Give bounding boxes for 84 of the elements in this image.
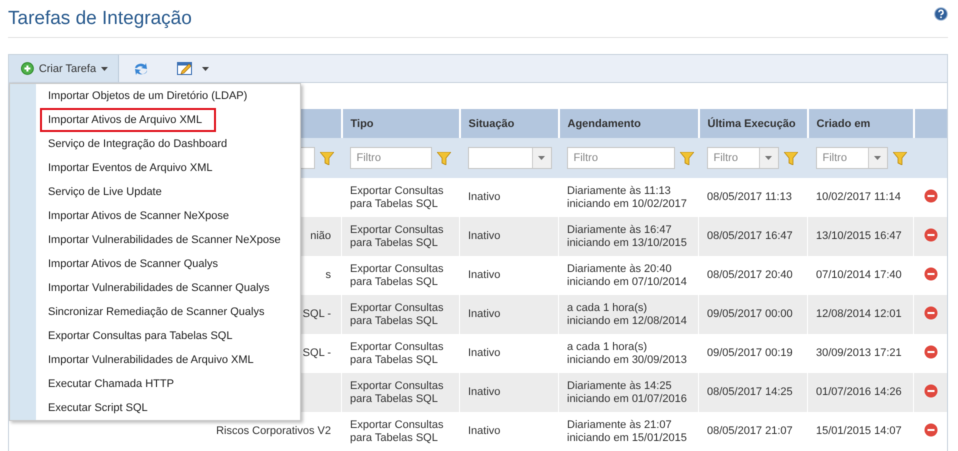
delete-icon[interactable] bbox=[924, 344, 938, 358]
table-cell: 13/10/2015 16:47 bbox=[816, 230, 902, 242]
table-cell: 15/01/2015 14:07 bbox=[816, 425, 902, 437]
menu-item[interactable]: Importar Ativos de Scanner NeXpose bbox=[40, 204, 243, 228]
menu-item[interactable]: Importar Eventos de Arquivo XML bbox=[40, 156, 226, 180]
caret-icon bbox=[101, 66, 108, 70]
table-cell: nião bbox=[310, 230, 331, 242]
table-cell: 08/05/2017 21:07 bbox=[707, 425, 793, 437]
table-cell: Inativo bbox=[468, 191, 500, 203]
menu-item[interactable]: Importar Objetos de um Diretório (LDAP) bbox=[40, 84, 262, 108]
table-cell: Diariamente às 11:13 iniciando em 10/02/2017 bbox=[567, 184, 687, 210]
table-cell: Diariamente às 16:47 iniciando em 13/10/2015 bbox=[567, 224, 687, 248]
table-cell: SQL - bbox=[302, 308, 331, 320]
table-cell: 12/08/2014 12:01 bbox=[816, 308, 902, 320]
menu-item[interactable]: Exportar Consultas para Tabelas SQL bbox=[40, 324, 246, 348]
menu-item[interactable]: Importar Ativos de Scanner Qualys bbox=[40, 252, 232, 276]
table-cell: 09/05/2017 00:00 bbox=[707, 308, 793, 320]
caret-icon bbox=[202, 66, 209, 70]
table-cell: Riscos Corporativos V2 bbox=[216, 425, 331, 437]
menu-item[interactable]: Serviço de Live Update bbox=[40, 180, 176, 204]
table-cell: Inativo bbox=[468, 386, 500, 398]
table-cell: Inativo bbox=[468, 347, 500, 359]
column-header[interactable]: Tipo bbox=[350, 118, 374, 130]
edit-grid-button[interactable] bbox=[175, 60, 211, 78]
menu-item[interactable]: Sincronizar Remediação de Scanner Qualys bbox=[40, 300, 278, 324]
delete-icon[interactable] bbox=[924, 306, 938, 320]
plus-icon bbox=[21, 62, 34, 75]
menu-item[interactable]: Serviço de Integração do Dashboard bbox=[40, 132, 242, 156]
table-cell: 07/10/2014 17:40 bbox=[816, 269, 902, 281]
edit-table-icon bbox=[177, 62, 193, 76]
table-cell: Diariamente às 14:25 iniciando em 01/07/2016 bbox=[567, 380, 687, 404]
help-icon[interactable] bbox=[934, 6, 948, 20]
table-cell: 01/07/2016 14:26 bbox=[816, 386, 902, 398]
table-cell: a cada 1 hora(s) iniciando em 12/08/2014 bbox=[567, 302, 687, 326]
table-cell: Exportar Consultas para Tabelas SQL bbox=[350, 224, 444, 248]
table-cell: 08/05/2017 14:25 bbox=[707, 386, 793, 398]
menu-item[interactable]: Importar Ativos de Arquivo XML bbox=[40, 108, 216, 132]
filter-icon[interactable] bbox=[784, 152, 798, 164]
column-header[interactable]: Situação bbox=[468, 118, 514, 130]
table-cell: 08/05/2017 20:40 bbox=[707, 269, 793, 281]
delete-icon[interactable] bbox=[924, 422, 938, 436]
caret-icon bbox=[874, 156, 881, 160]
table-cell: 30/09/2013 17:21 bbox=[816, 347, 902, 359]
filter-dropdown[interactable]: Filtro bbox=[816, 147, 888, 169]
menu-item[interactable]: Importar Vulnerabilidades de Arquivo XML bbox=[40, 348, 268, 372]
caret-icon bbox=[765, 156, 772, 160]
table-cell: 08/05/2017 16:47 bbox=[707, 230, 793, 242]
delete-icon[interactable] bbox=[924, 384, 938, 398]
filter-icon[interactable] bbox=[680, 152, 694, 164]
delete-icon[interactable] bbox=[924, 266, 938, 280]
filter-icon[interactable] bbox=[436, 152, 450, 164]
table-cell: 08/05/2017 11:13 bbox=[707, 191, 792, 203]
table-cell: Diariamente às 20:40 iniciando em 07/10/2014 bbox=[567, 262, 687, 288]
table-cell: Exportar Consultas para Tabelas SQL bbox=[350, 262, 444, 288]
table-cell: Exportar Consultas para Tabelas SQL bbox=[350, 184, 444, 210]
table-cell: Inativo bbox=[468, 425, 500, 437]
table-cell: a cada 1 hora(s) iniciando em 30/09/2013 bbox=[567, 340, 687, 366]
menu-item[interactable]: Importar Vulnerabilidades de Scanner NeXpose bbox=[40, 228, 295, 252]
page-title: Tarefas de Integração bbox=[8, 8, 192, 30]
filter-dropdown[interactable]: Filtro bbox=[706, 147, 778, 169]
table-cell: Inativo bbox=[468, 230, 500, 242]
delete-icon[interactable] bbox=[924, 188, 938, 202]
menu-item[interactable]: Executar Chamada HTTP bbox=[40, 372, 188, 396]
table-cell: Exportar Consultas para Tabelas SQL bbox=[350, 302, 444, 326]
menu-item[interactable]: Importar Vulnerabilidades de Scanner Qualys bbox=[40, 276, 284, 300]
table-cell: Inativo bbox=[468, 269, 500, 281]
caret-icon bbox=[538, 156, 545, 160]
table-cell: 10/02/2017 11:14 bbox=[816, 191, 901, 203]
table-cell: Exportar Consultas para Tabelas SQL bbox=[350, 380, 444, 404]
table-cell: 09/05/2017 00:19 bbox=[707, 347, 793, 359]
table-cell: SQL - bbox=[302, 347, 331, 359]
filter-field[interactable]: Filtro bbox=[350, 147, 432, 169]
table-cell: Exportar Consultas para Tabelas SQL bbox=[350, 340, 444, 366]
filter-icon[interactable] bbox=[320, 152, 334, 164]
table-cell: Exportar Consultas para Tabelas SQL bbox=[350, 418, 444, 444]
create-task-button[interactable]: Criar Tarefa bbox=[9, 55, 119, 82]
filter-field[interactable]: Filtro bbox=[566, 147, 674, 169]
refresh-icon[interactable] bbox=[133, 60, 149, 76]
filter-icon[interactable] bbox=[892, 152, 906, 164]
table-cell: s bbox=[326, 269, 331, 281]
delete-icon[interactable] bbox=[924, 228, 938, 242]
table-cell: Inativo bbox=[468, 308, 500, 320]
table-cell: Diariamente às 21:07 iniciando em 15/01/2015 bbox=[567, 418, 687, 444]
menu-item[interactable]: Executar Script SQL bbox=[40, 396, 162, 420]
